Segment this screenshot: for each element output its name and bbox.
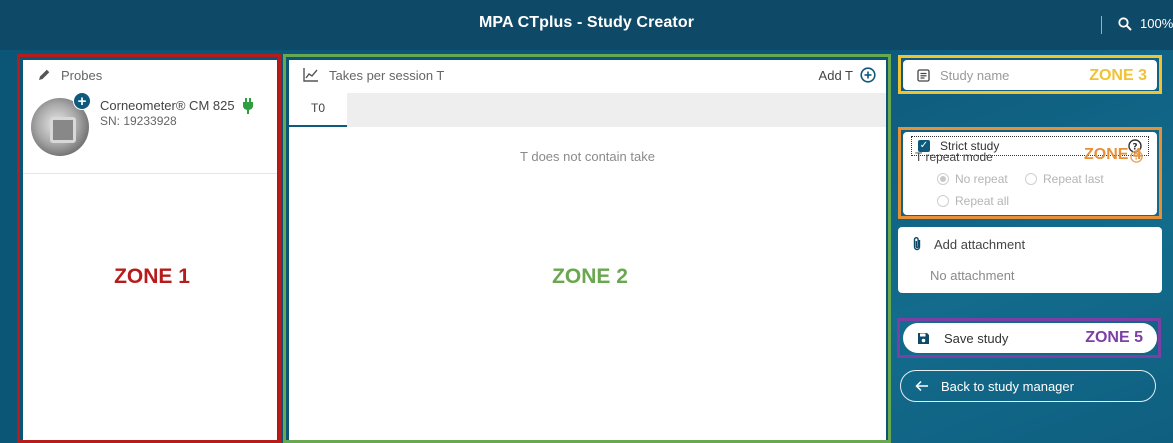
- zone-3-frame: [898, 55, 1162, 94]
- zoom-level: 100%: [1140, 16, 1173, 31]
- attachment-card: Add attachment No attachment: [898, 227, 1162, 293]
- arrow-left-icon: [915, 380, 928, 392]
- zoom-control[interactable]: 100%: [1118, 16, 1173, 31]
- back-label: Back to study manager: [941, 378, 1074, 394]
- app-title: MPA CTplus - Study Creator: [478, 14, 695, 31]
- zone-2-frame: [283, 54, 891, 443]
- titlebar-divider: [1101, 16, 1102, 34]
- zone-5-frame: [897, 318, 1161, 358]
- add-attachment-label: Add attachment: [934, 236, 1026, 252]
- back-to-study-manager-button[interactable]: Back to study manager: [900, 370, 1156, 402]
- zone-4-frame: [898, 127, 1162, 219]
- add-attachment-button[interactable]: Add attachment: [912, 236, 1025, 252]
- zone-1-frame: [17, 54, 281, 443]
- paperclip-icon: [913, 237, 921, 251]
- title-bar: MPA CTplus - Study Creator 100%: [0, 0, 1173, 50]
- attachment-status: No attachment: [930, 268, 1015, 283]
- search-icon: [1118, 16, 1132, 31]
